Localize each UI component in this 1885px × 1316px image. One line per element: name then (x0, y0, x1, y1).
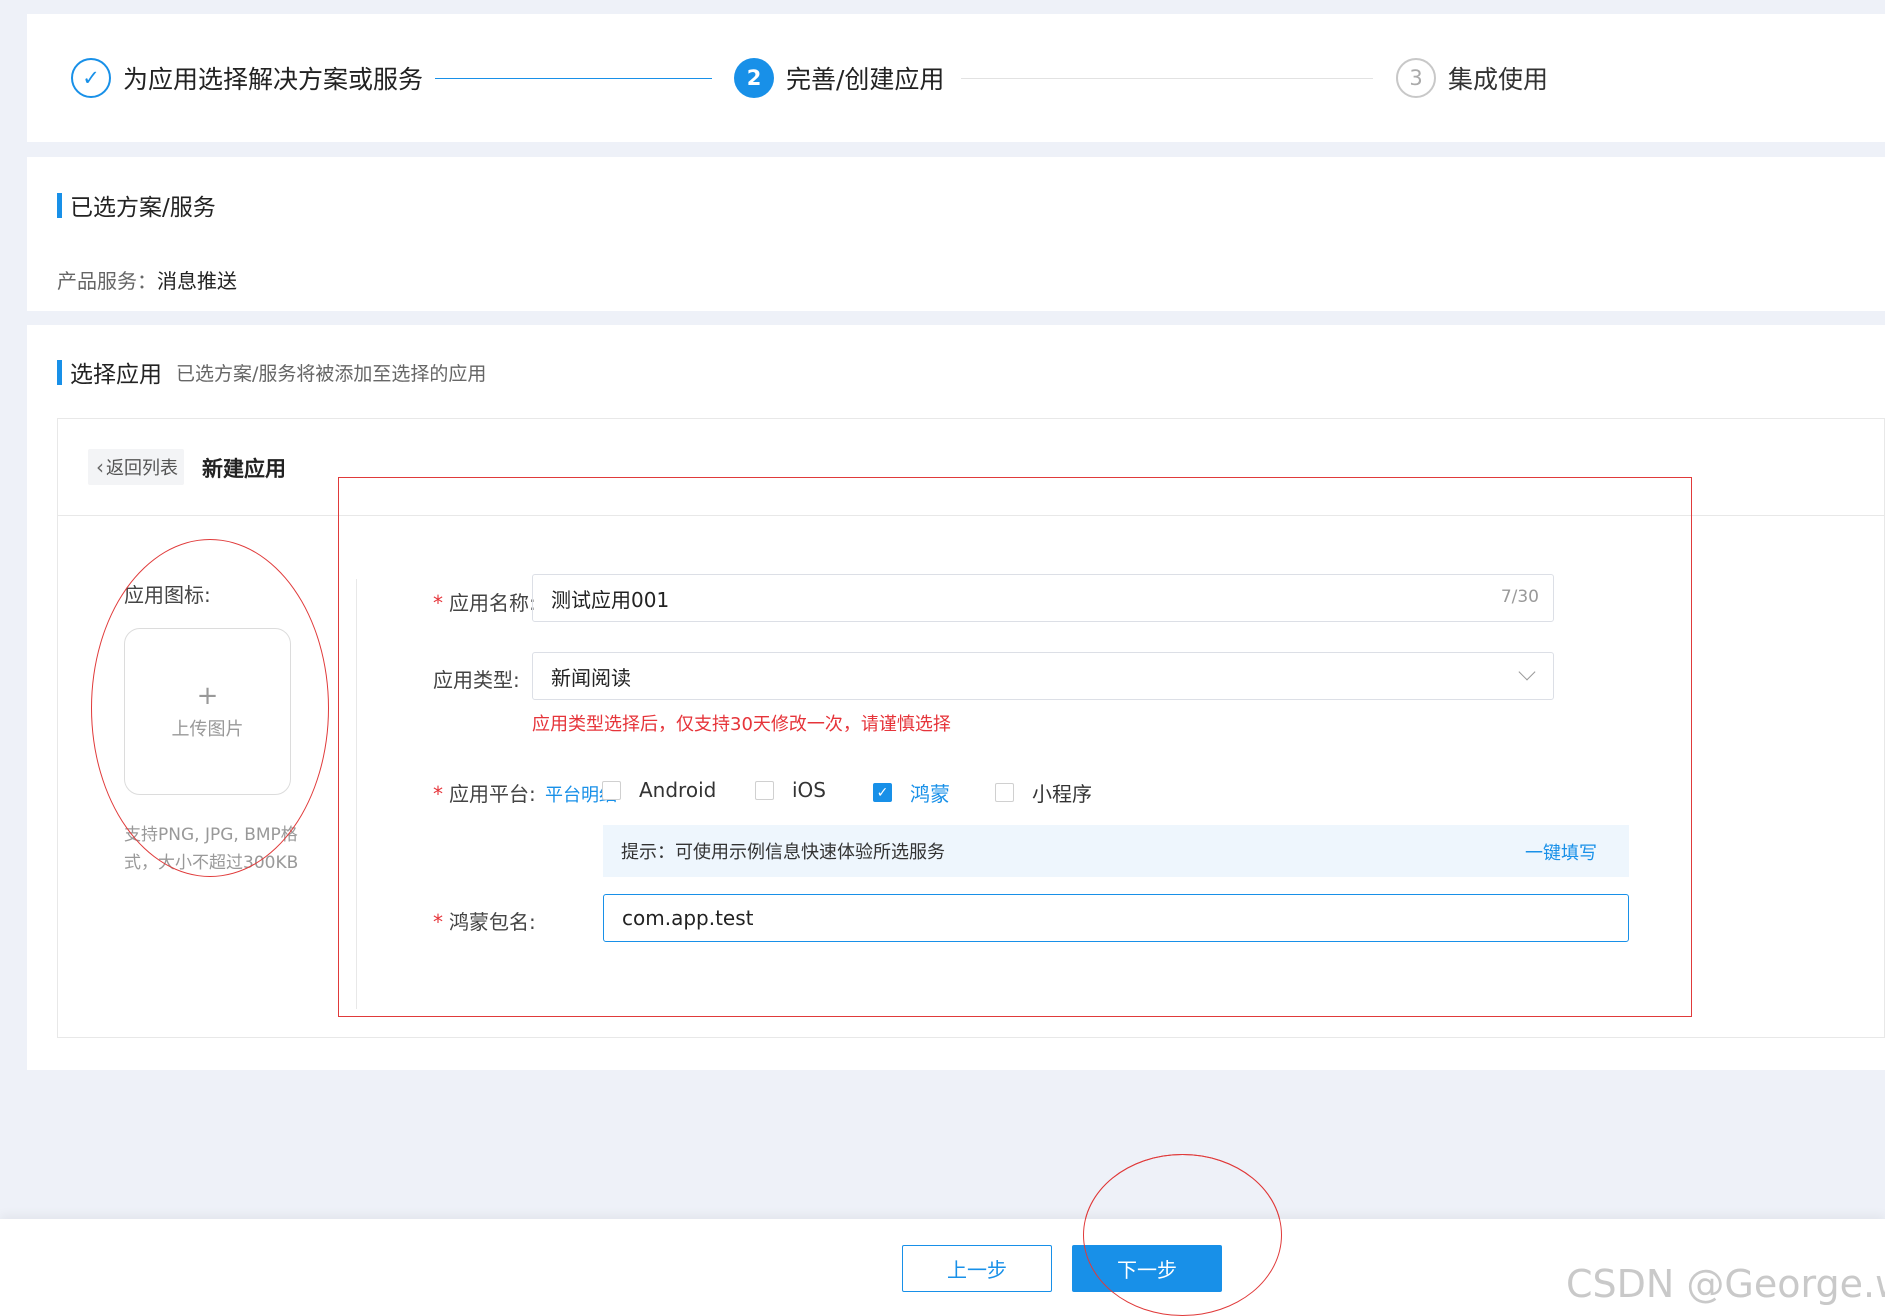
steps-bar: ✓ 为应用选择解决方案或服务 2 完善/创建应用 3 集成使用 (27, 14, 1885, 142)
title-accent-bar (57, 192, 62, 218)
back-to-list-button[interactable]: ‹ 返回列表 (88, 449, 184, 485)
choose-app-note: 已选方案/服务将被添加至选择的应用 (176, 362, 487, 385)
step-1-check-icon: ✓ (71, 58, 111, 98)
step-2-label: 完善/创建应用 (786, 65, 945, 94)
product-service-label: 产品服务： (57, 269, 157, 293)
annotation-oval-icon (91, 539, 329, 877)
step-1: ✓ 为应用选择解决方案或服务 (71, 14, 423, 142)
step-2-number: 2 (734, 58, 774, 98)
annotation-oval-next-overlay (1083, 1154, 1282, 1316)
step-2: 2 完善/创建应用 (734, 14, 944, 142)
step-3-number: 3 (1396, 58, 1436, 98)
back-to-list-label: 返回列表 (106, 458, 178, 479)
watermark: CSDN @George.wu. (1566, 1262, 1885, 1306)
product-service-row: 产品服务：消息推送 (57, 265, 237, 294)
product-service-value: 消息推送 (157, 269, 237, 293)
step-connector-1 (435, 78, 712, 79)
annotation-rectangle (338, 477, 1692, 1017)
title-accent-bar (57, 359, 62, 385)
step-3-label: 集成使用 (1448, 65, 1549, 94)
choose-app-heading: 选择应用 已选方案/服务将被添加至选择的应用 (57, 355, 486, 389)
selected-service-card: 已选方案/服务 产品服务：消息推送 (27, 157, 1885, 311)
new-app-title: 新建应用 (202, 457, 286, 481)
previous-step-button[interactable]: 上一步 (902, 1245, 1052, 1292)
choose-app-title: 选择应用 (70, 362, 162, 388)
chevron-left-icon: ‹ (96, 455, 104, 479)
step-1-label: 为应用选择解决方案或服务 (123, 65, 424, 94)
selected-service-heading: 已选方案/服务 (57, 188, 216, 222)
step-connector-2 (961, 78, 1373, 79)
step-3: 3 集成使用 (1396, 14, 1548, 142)
selected-service-title: 已选方案/服务 (70, 195, 216, 221)
